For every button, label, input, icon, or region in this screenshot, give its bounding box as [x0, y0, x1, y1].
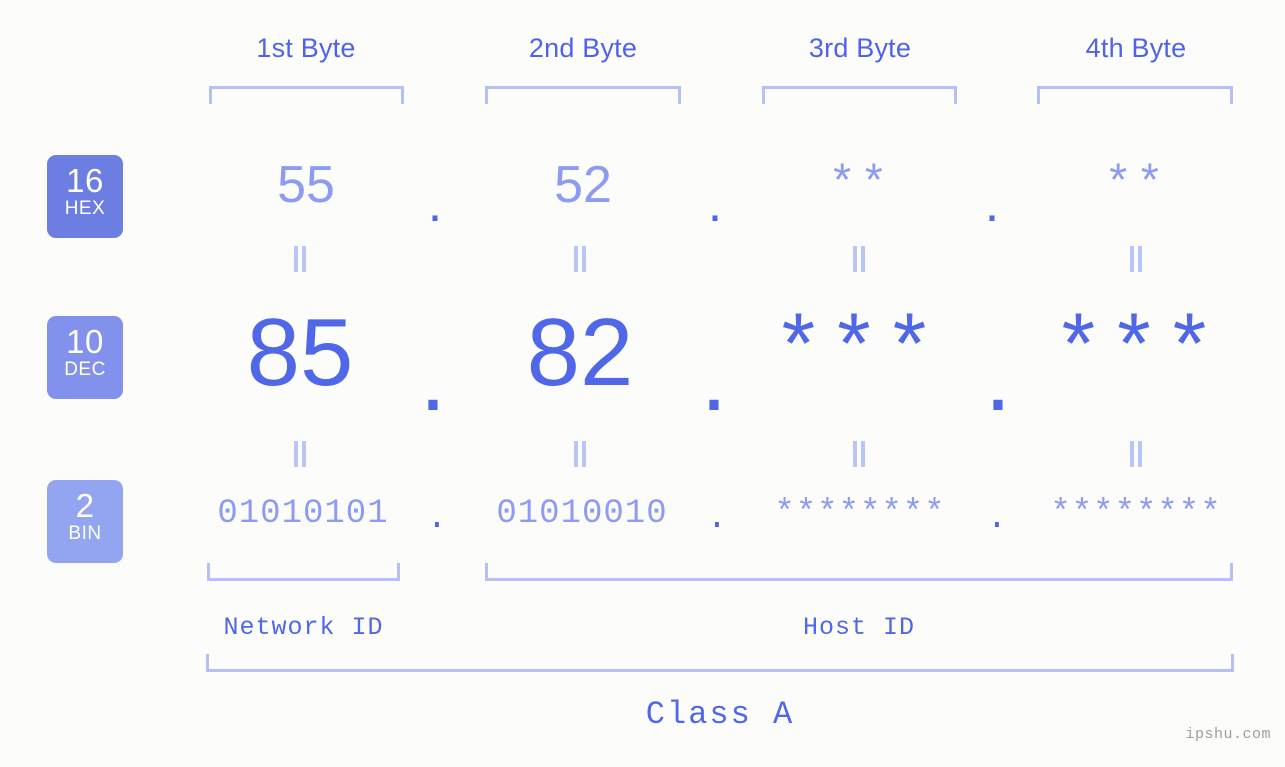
equals-icon-dec-bin-2	[470, 441, 690, 472]
base-badge-hex: 16 HEX	[47, 155, 123, 238]
byte-header-3: 3rd Byte	[808, 33, 912, 63]
bin-separator-2: .	[706, 500, 728, 538]
bin-byte-1: 01010101	[217, 495, 389, 533]
network-id-label: Network ID	[223, 613, 384, 642]
site-watermark: ipshu.com	[1185, 726, 1271, 743]
bin-byte-3: ********	[774, 495, 946, 533]
ip-byte-diagram: 1st Byte 2nd Byte 3rd Byte 4th Byte 16 H…	[0, 0, 1285, 767]
class-label: Class A	[645, 696, 795, 733]
hex-separator-2: .	[707, 175, 723, 233]
host-id-label: Host ID	[802, 613, 916, 642]
byte-header-1: 1st Byte	[256, 33, 356, 63]
equals-icon-hex-dec-1	[190, 246, 410, 277]
bracket-top-byte-1	[209, 86, 404, 104]
bracket-top-byte-2	[485, 86, 681, 104]
hex-separator-3: .	[984, 175, 1000, 233]
base-badge-dec-name: DEC	[64, 359, 106, 380]
base-badge-hex-name: HEX	[64, 198, 106, 219]
dec-separator-3: .	[984, 324, 1012, 431]
hex-separator-1: .	[427, 175, 443, 233]
dec-separator-2: .	[700, 324, 728, 431]
base-badge-bin-name: BIN	[68, 523, 102, 544]
hex-byte-3: **	[828, 159, 892, 211]
bracket-host-id	[485, 563, 1233, 581]
hex-byte-4: **	[1104, 159, 1168, 211]
dec-byte-3: ***	[772, 304, 940, 402]
bracket-class	[206, 654, 1234, 672]
equals-icon-hex-dec-4	[1026, 246, 1246, 277]
dec-byte-4: ***	[1052, 304, 1220, 402]
bracket-top-byte-3	[762, 86, 957, 104]
bin-separator-3: .	[986, 500, 1008, 538]
equals-icon-dec-bin-3	[749, 441, 969, 472]
bracket-top-byte-4	[1037, 86, 1233, 104]
byte-header-4: 4th Byte	[1085, 33, 1187, 63]
dec-byte-2: 82	[526, 299, 634, 406]
dec-separator-1: .	[419, 324, 447, 431]
base-badge-dec: 10 DEC	[47, 316, 123, 399]
dec-byte-1: 85	[246, 299, 354, 406]
equals-icon-hex-dec-3	[749, 246, 969, 277]
bracket-network-id	[207, 563, 400, 581]
equals-icon-hex-dec-2	[470, 246, 690, 277]
base-badge-bin: 2 BIN	[47, 480, 123, 563]
base-badge-dec-number: 10	[66, 323, 104, 360]
hex-byte-2: 52	[554, 156, 612, 214]
bin-byte-4: ********	[1050, 495, 1222, 533]
bin-byte-2: 01010010	[496, 495, 668, 533]
hex-byte-1: 55	[277, 156, 335, 214]
equals-icon-dec-bin-1	[190, 441, 410, 472]
byte-header-2: 2nd Byte	[528, 33, 638, 63]
equals-icon-dec-bin-4	[1026, 441, 1246, 472]
bin-separator-1: .	[426, 500, 448, 538]
base-badge-hex-number: 16	[66, 162, 104, 199]
base-badge-bin-number: 2	[75, 487, 95, 524]
